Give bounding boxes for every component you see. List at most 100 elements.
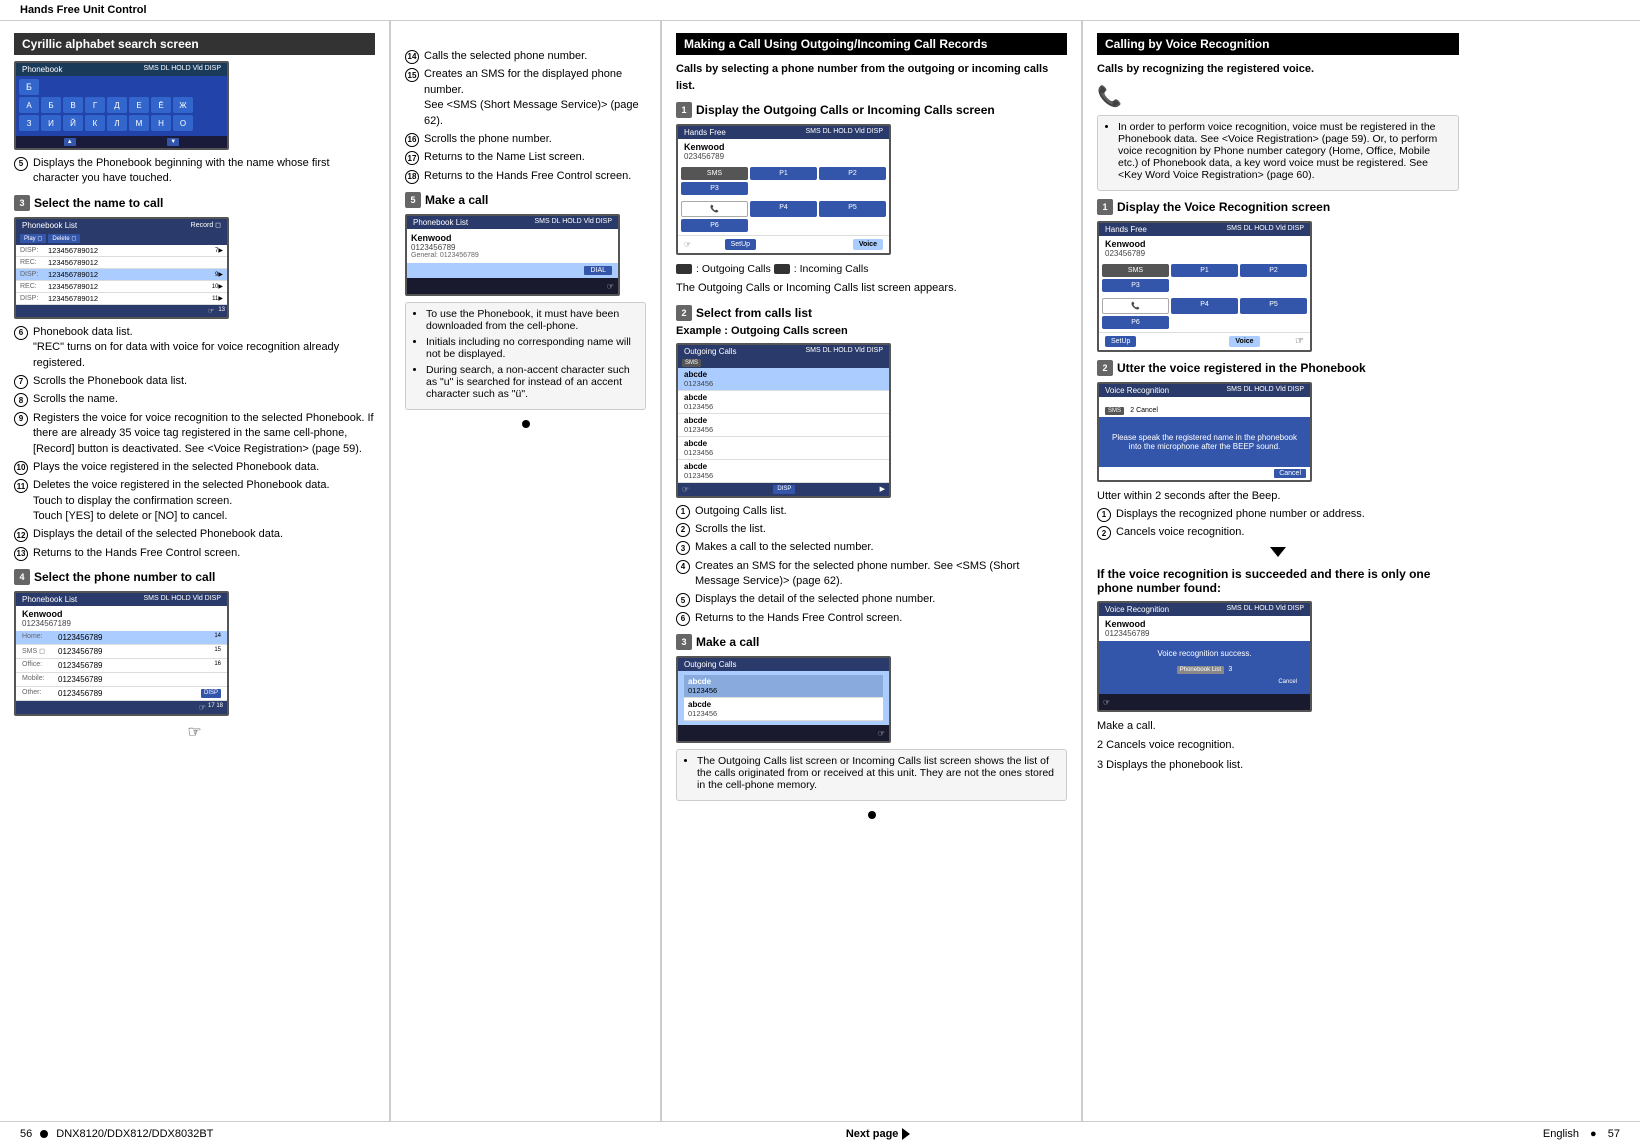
vrs-body: Voice recognition success. Phonebook Lis…	[1099, 641, 1310, 694]
pblist-delete-btn[interactable]: Delete ◻	[48, 234, 80, 243]
vr-hf-contact: Kenwood 023456789	[1099, 236, 1310, 261]
item-14: 14 Calls the selected phone number.	[405, 49, 646, 64]
outgoing-entry-4[interactable]: abcde 0123456	[678, 437, 889, 460]
vrs-cancel-btn[interactable]: Cancel	[1273, 678, 1302, 686]
hf-p4-btn[interactable]: P4	[750, 201, 817, 217]
vr-hf-button-grid-1: SMS P1 P2 P3	[1099, 261, 1310, 295]
hf-setup-btn[interactable]: SetUp	[725, 239, 756, 250]
vr-phone-icon[interactable]: 📞	[1102, 298, 1169, 314]
item-13: 13 Returns to the Hands Free Control scr…	[14, 546, 375, 561]
col3-note-list: The Outgoing Calls list screen or Incomi…	[685, 755, 1058, 791]
item-6: 6 Phonebook data list."REC" turns on for…	[14, 325, 375, 371]
col3-item-1: 1 Outgoing Calls list.	[676, 504, 1067, 519]
hf-p5-btn[interactable]: P5	[819, 201, 886, 217]
call-contact-name: Kenwood	[411, 233, 614, 243]
mcs2-entry-1[interactable]: abcde 0123456	[684, 675, 883, 698]
vrs-top: Voice Recognition SMS DL HOLD Vld DISP	[1099, 603, 1310, 616]
touch-cursor-1: ☞	[14, 722, 375, 742]
pblist-entry-5[interactable]: DISP: 123456789012 11▶	[16, 293, 227, 305]
make-call-body: Kenwood 0123456789 General: 0123456789	[407, 229, 618, 263]
vr-p1-btn[interactable]: P1	[1171, 264, 1238, 277]
outgoing-entry-2[interactable]: abcde 0123456	[678, 391, 889, 414]
hf-name: Kenwood	[684, 142, 883, 152]
pbs-entry-office[interactable]: SMS ◻ 0123456789 15	[16, 645, 227, 659]
step3-title: 3 Select the name to call	[14, 195, 375, 211]
pblist-entry-1[interactable]: DISP: 123456789012 7▶	[16, 245, 227, 257]
col3-item-3: 3 Makes a call to the selected number.	[676, 540, 1067, 555]
outgoing-bottom-nav: ☞ DISP ▶	[678, 483, 889, 496]
col4-step2-title: 2 Utter the voice registered in the Phon…	[1097, 360, 1459, 376]
hf-voice-btn[interactable]: Voice	[853, 239, 883, 250]
right-page-num: 57	[1608, 1128, 1620, 1140]
outgoing-icon-legend: : Outgoing Calls	[676, 263, 771, 275]
step5-badge: 5	[14, 157, 28, 171]
incoming-call-icon	[774, 264, 790, 274]
note-item-1: To use the Phonebook, it must have been …	[426, 308, 637, 332]
column-2: 14 Calls the selected phone number. 15 C…	[391, 21, 661, 1121]
pbs-entry-home[interactable]: Home: 0123456789 14	[16, 631, 227, 645]
left-page-num: 56	[20, 1128, 32, 1140]
note-item-2: Initials including no corresponding name…	[426, 336, 637, 360]
col4-phone-icon: 📞	[1097, 84, 1459, 109]
vr-hf-name: Kenwood	[1105, 239, 1304, 249]
vr-p2-btn[interactable]: P2	[1240, 264, 1307, 277]
next-page-label: Next page	[846, 1128, 899, 1140]
outgoing-disp-btn[interactable]: DISP	[773, 485, 795, 494]
outgoing-entry-3[interactable]: abcde 0123456	[678, 414, 889, 437]
hf-p1-btn[interactable]: P1	[750, 167, 817, 180]
hf-p3-btn[interactable]: P3	[681, 182, 748, 195]
vrs-contact: Kenwood 0123456789	[1099, 616, 1310, 641]
pbs-entry-other[interactable]: Mobile: 0123456789	[16, 673, 227, 687]
phonebook-bottom-nav: ▲ ▼	[16, 136, 227, 148]
col3-step3-num: 3	[676, 634, 692, 650]
mcs2-top: Outgoing Calls	[678, 658, 889, 671]
hf-button-grid-2: 📞 P4 P5 P6	[678, 198, 889, 235]
col4-result-1: 1 Displays the recognized phone number o…	[1097, 507, 1459, 522]
pblist-entry-3[interactable]: DISP: 123456789012 9▶	[16, 269, 227, 281]
col2-divider-dot	[522, 420, 530, 428]
phonebook-list-btn[interactable]: Phonebook List	[1177, 666, 1224, 674]
col3-note-item-1: The Outgoing Calls list screen or Incomi…	[697, 755, 1058, 791]
vr-cancel-button[interactable]: Cancel	[1274, 469, 1306, 478]
make-call-screen-2: Outgoing Calls abcde 0123456 abcde 01234…	[676, 656, 891, 743]
page-footer: 56 DNX8120/DDX812/DDX8032BT Next page En…	[0, 1121, 1640, 1146]
pblist-entry-2[interactable]: REC: 123456789012	[16, 257, 227, 269]
vr-voice-btn[interactable]: Voice	[1229, 336, 1259, 347]
vr-success-screen: Voice Recognition SMS DL HOLD Vld DISP K…	[1097, 601, 1312, 712]
pblist-entry-4[interactable]: REC: 123456789012 10▶	[16, 281, 227, 293]
outgoing-entry-1[interactable]: abcde 0123456	[678, 368, 889, 391]
item-17: 17 Returns to the Name List screen.	[405, 150, 646, 165]
pblist-play-btn[interactable]: Play ◻	[20, 234, 46, 243]
col1-section-header: Cyrillic alphabet search screen	[14, 33, 375, 55]
make-call-touch-hint: ☞	[407, 278, 618, 294]
vr-p4-btn[interactable]: P4	[1171, 298, 1238, 314]
hf-p2-btn[interactable]: P2	[819, 167, 886, 180]
hf-p6-btn[interactable]: P6	[681, 219, 748, 232]
outgoing-sms-btn[interactable]: SMS	[682, 359, 701, 367]
vr-p3-btn[interactable]: P3	[1102, 279, 1169, 292]
pbs-entry-mobile[interactable]: Office: 0123456789 16	[16, 659, 227, 673]
mcs2-entry-2[interactable]: abcde 0123456	[684, 698, 883, 721]
make-call-screen: Phonebook List SMS DL HOLD Vld DISP Kenw…	[405, 214, 620, 296]
pbs-entry-other2[interactable]: Other: 0123456789 DISP	[16, 687, 227, 701]
vr-setup-btn[interactable]: SetUp	[1105, 336, 1136, 347]
hf-phone-icon[interactable]: 📞	[681, 201, 748, 217]
vr-p6-btn[interactable]: P6	[1102, 316, 1169, 329]
vr-screen-top: Voice Recognition SMS DL HOLD Vld DISP	[1099, 384, 1310, 397]
cyrillic-row-2: З И Й К Л М Н О	[19, 115, 224, 131]
example-label: Example : Outgoing Calls screen	[676, 325, 1067, 337]
hf-contact-info: Kenwood 023456789	[678, 139, 889, 164]
vr-hf-sms-btn[interactable]: SMS	[1102, 264, 1169, 277]
note-item-3: During search, a non-accent character su…	[426, 364, 637, 400]
hf-sms-btn[interactable]: SMS	[681, 167, 748, 180]
call-dial-button[interactable]: DIAL	[584, 266, 612, 275]
pblist-bottom-nav: ☞ 13	[16, 305, 227, 317]
cyrillic-selected-letter[interactable]: Б	[19, 79, 39, 95]
col4-result-2: 2 Cancels voice recognition.	[1097, 525, 1459, 540]
col3-note-box: The Outgoing Calls list screen or Incomi…	[676, 749, 1067, 801]
col3-intro: Calls by selecting a phone number from t…	[676, 61, 1067, 94]
outgoing-entry-5[interactable]: abcde 0123456	[678, 460, 889, 483]
vr-p5-btn[interactable]: P5	[1240, 298, 1307, 314]
voice-recognition-screen: Voice Recognition SMS DL HOLD Vld DISP S…	[1097, 382, 1312, 482]
footer-right: English ● 57	[1543, 1128, 1620, 1140]
